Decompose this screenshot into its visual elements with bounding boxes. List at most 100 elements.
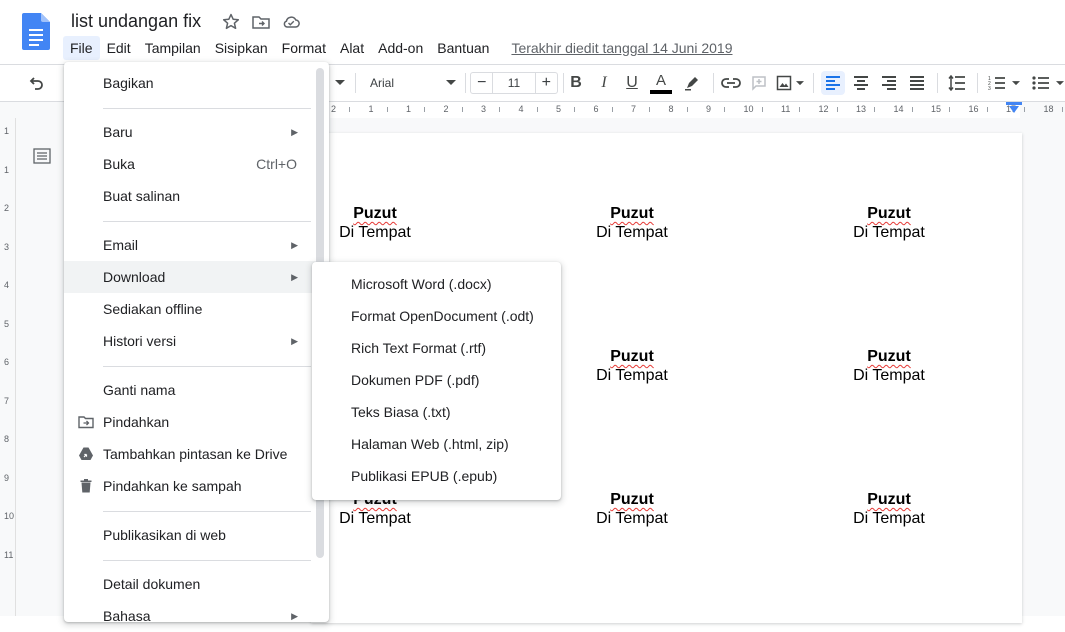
file-menu-item-tambahkan-pintasan-ke-drive[interactable]: Tambahkan pintasan ke Drive	[64, 438, 329, 470]
file-menu-item-label: Download	[103, 269, 166, 285]
line-spacing-icon[interactable]	[945, 71, 969, 95]
download-dokumen-pdf-pdf[interactable]: Dokumen PDF (.pdf)	[312, 364, 561, 396]
ruler-number: 6	[593, 104, 599, 114]
highlight-icon[interactable]	[680, 71, 704, 95]
undo-icon[interactable]	[24, 71, 48, 95]
ruler-number: 12	[818, 104, 829, 114]
star-icon[interactable]	[221, 12, 241, 32]
file-menu-item-sediakan-offline[interactable]: Sediakan offline	[64, 293, 329, 325]
vertical-ruler-number: 3	[4, 241, 10, 252]
justify-icon[interactable]	[905, 71, 929, 95]
vertical-ruler-number: 1	[4, 164, 10, 175]
document-outline-icon[interactable]	[33, 148, 51, 169]
file-menu-item-publikasikan-di-web[interactable]: Publikasikan di web	[64, 519, 329, 551]
svg-text:3: 3	[988, 86, 991, 91]
menu-divider	[103, 560, 311, 561]
menu-help[interactable]: Bantuan	[430, 36, 496, 60]
underline-button[interactable]: U	[621, 71, 643, 95]
ruler-tick	[424, 107, 425, 112]
align-center-icon[interactable]	[849, 71, 873, 95]
download-halaman-web-html-zip[interactable]: Halaman Web (.html, zip)	[312, 428, 561, 460]
recipient-name: Puzut	[562, 348, 702, 366]
menu-divider	[103, 366, 311, 367]
divider	[355, 73, 356, 93]
file-menu-item-bahasa[interactable]: Bahasa ▶	[64, 600, 329, 632]
download-teks-biasa-txt[interactable]: Teks Biasa (.txt)	[312, 396, 561, 428]
download-microsoft-word-docx[interactable]: Microsoft Word (.docx)	[312, 268, 561, 300]
menu-insert[interactable]: Sisipkan	[208, 36, 275, 60]
insert-image-icon[interactable]	[775, 71, 805, 95]
italic-button[interactable]: I	[593, 71, 615, 95]
bold-button[interactable]: B	[565, 71, 587, 95]
cloud-saved-icon[interactable]	[281, 12, 301, 32]
recipient-name-text: Puzut	[610, 348, 654, 365]
menu-file[interactable]: File	[63, 36, 100, 60]
text-color-button[interactable]: A	[649, 71, 673, 95]
font-family-select[interactable]: Arial	[360, 71, 460, 95]
decrease-font-size-button[interactable]: −	[471, 73, 492, 93]
file-menu-item-email[interactable]: Email ▶	[64, 229, 329, 261]
download-publikasi-epub-epub[interactable]: Publikasi EPUB (.epub)	[312, 460, 561, 492]
vertical-ruler-number: 10	[4, 511, 15, 521]
download-format-opendocument-odt[interactable]: Format OpenDocument (.odt)	[312, 300, 561, 332]
chevron-down-icon[interactable]	[332, 71, 348, 95]
file-menu-item-detail-dokumen[interactable]: Detail dokumen	[64, 568, 329, 600]
file-menu-item-label: Baru	[103, 124, 133, 140]
file-menu-item-label: Ganti nama	[103, 382, 176, 398]
file-menu-item-download[interactable]: Download ▶	[64, 261, 329, 293]
file-menu-item-label: Bagikan	[103, 75, 154, 91]
file-menu-item-baru[interactable]: Baru ▶	[64, 116, 329, 148]
ruler-number: 3	[481, 104, 487, 114]
ruler-number: 7	[631, 104, 637, 114]
increase-font-size-button[interactable]: +	[536, 73, 557, 93]
link-icon[interactable]	[719, 71, 743, 95]
file-menu-item-pindahkan-ke-sampah[interactable]: Pindahkan ke sampah	[64, 470, 329, 502]
menu-edit[interactable]: Edit	[100, 36, 138, 60]
text-color-letter: A	[655, 71, 666, 89]
ruler-number: 8	[668, 104, 674, 114]
menu-format[interactable]: Format	[275, 36, 333, 60]
numbered-list-icon[interactable]: 123	[985, 71, 1023, 95]
docs-logo-icon[interactable]	[22, 13, 50, 50]
file-menu: Bagikan Baru ▶ Buka Ctrl+O Buat salinan Email ▶…	[64, 62, 329, 624]
file-menu-item-buka[interactable]: Buka Ctrl+O	[64, 148, 329, 180]
recipient-name: Puzut	[819, 491, 959, 509]
recipient-place: Di Tempat	[596, 510, 668, 527]
right-indent-marker[interactable]	[1009, 106, 1019, 113]
download-item-label: Dokumen PDF (.pdf)	[351, 372, 480, 388]
last-edit-link[interactable]: Terakhir diedit tanggal 14 Juni 2019	[504, 36, 739, 60]
vertical-ruler-number: 6	[4, 357, 10, 367]
add-comment-icon[interactable]	[747, 71, 771, 95]
file-menu-item-buat-salinan[interactable]: Buat salinan	[64, 180, 329, 212]
ruler-tick	[724, 107, 725, 112]
ruler-number: 5	[556, 104, 562, 114]
font-size-input[interactable]: 11	[492, 73, 536, 93]
download-item-label: Rich Text Format (.rtf)	[351, 340, 487, 356]
file-menu-item-label: Sediakan offline	[103, 301, 203, 317]
file-menu-item-pindahkan[interactable]: Pindahkan	[64, 406, 329, 438]
label-cell: Puzut Di Tempat	[819, 491, 959, 528]
keyboard-shortcut: Ctrl+O	[256, 156, 297, 172]
download-rich-text-format-rtf[interactable]: Rich Text Format (.rtf)	[312, 332, 561, 364]
menu-tools[interactable]: Alat	[333, 36, 371, 60]
ruler-tick	[986, 107, 988, 112]
menu-addons[interactable]: Add-on	[371, 36, 430, 60]
file-menu-item-ganti-nama[interactable]: Ganti nama	[64, 374, 329, 406]
right-margin-marker[interactable]	[1006, 102, 1022, 105]
recipient-place: Di Tempat	[853, 224, 925, 241]
file-menu-item-label: Pindahkan ke sampah	[103, 478, 242, 494]
document-title[interactable]: list undangan fix	[71, 10, 201, 32]
file-menu-item-bagikan[interactable]: Bagikan	[64, 67, 329, 99]
bulleted-list-icon[interactable]	[1030, 71, 1065, 95]
align-right-icon[interactable]	[877, 71, 901, 95]
label-cell: Puzut Di Tempat	[562, 205, 702, 242]
align-left-icon[interactable]	[821, 71, 845, 95]
recipient-name: Puzut	[819, 205, 959, 223]
chevron-down-icon	[446, 80, 456, 85]
ruler-tick	[686, 107, 688, 112]
file-menu-item-histori-versi[interactable]: Histori versi ▶	[64, 325, 329, 357]
download-item-label: Teks Biasa (.txt)	[351, 404, 451, 420]
download-submenu: Microsoft Word (.docx) Format OpenDocumen…	[312, 262, 561, 500]
menu-view[interactable]: Tampilan	[138, 36, 208, 60]
move-to-folder-icon[interactable]	[251, 12, 271, 32]
